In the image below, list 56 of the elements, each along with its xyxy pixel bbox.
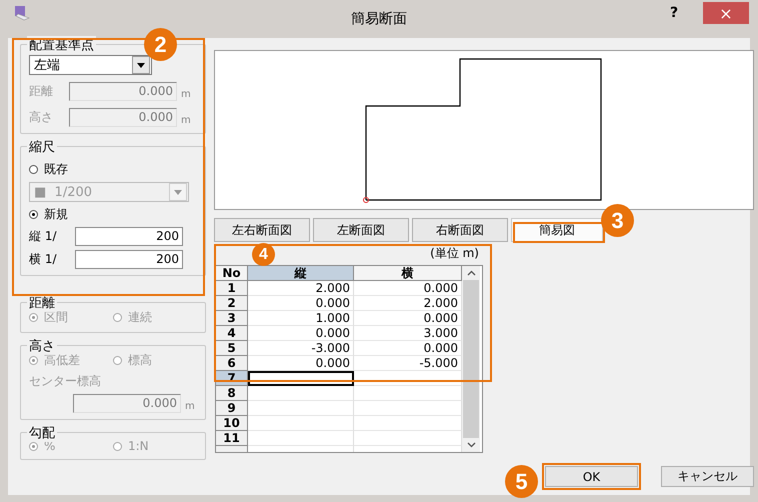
origin-marker <box>363 197 369 203</box>
caret-icon <box>137 62 145 68</box>
group-legend: 縮尺 <box>27 138 57 156</box>
table-cell[interactable]: 0.000 <box>248 296 354 311</box>
window-title: 簡易断面 <box>351 10 407 28</box>
field-label: 横 1/ <box>29 251 58 268</box>
unit-label: m <box>181 115 191 126</box>
ok-button[interactable]: OK <box>545 466 638 487</box>
input-field[interactable]: 200 <box>75 227 183 246</box>
scroll-up-icon <box>466 270 476 276</box>
column-header[interactable]: 縦 <box>248 266 354 281</box>
field-label: 縦 1/ <box>29 228 58 245</box>
row-header[interactable]: 2 <box>216 296 248 311</box>
row-header[interactable]: 4 <box>216 326 248 341</box>
column-header[interactable]: No <box>216 266 248 281</box>
row-header[interactable]: 11 <box>216 431 248 446</box>
unit-label: (単位 m) <box>430 246 479 260</box>
scrollbar[interactable] <box>462 266 480 452</box>
radio-button[interactable] <box>29 165 38 174</box>
radio-label[interactable]: 既存 <box>44 161 68 178</box>
group-legend: 勾配 <box>27 424 57 442</box>
table-cell[interactable]: 1.000 <box>248 311 354 326</box>
view-tab[interactable]: 右断面図 <box>412 218 508 242</box>
unit-label: m <box>185 401 195 412</box>
scroll-down-icon <box>466 442 476 448</box>
view-tab[interactable]: 左右断面図 <box>214 218 310 242</box>
row-header[interactable]: 1 <box>216 281 248 296</box>
app-icon <box>14 5 30 21</box>
caret-icon <box>174 190 182 194</box>
help-button[interactable]: ? <box>659 0 689 27</box>
row-header[interactable]: 9 <box>216 401 248 416</box>
row-header[interactable]: 5 <box>216 341 248 356</box>
group-legend: 高さ <box>27 337 57 355</box>
cancel-button[interactable]: キャンセル <box>661 466 754 487</box>
radio-label[interactable]: 新規 <box>44 206 68 223</box>
row-header[interactable]: 8 <box>216 386 248 401</box>
close-button[interactable]: × <box>703 2 749 24</box>
table-cell[interactable] <box>248 371 354 386</box>
table-cell[interactable]: -3.000 <box>248 341 354 356</box>
scroll-thumb[interactable] <box>463 280 479 438</box>
step-badge: 2 <box>144 28 177 61</box>
view-tab[interactable]: 左断面図 <box>313 218 409 242</box>
row-header[interactable]: 3 <box>216 311 248 326</box>
table-cell[interactable]: 0.000 <box>248 326 354 341</box>
row-header[interactable]: 6 <box>216 356 248 371</box>
field-label: 高さ <box>29 109 54 126</box>
unit-label: m <box>181 89 191 100</box>
row-header[interactable]: 10 <box>216 416 248 431</box>
field-label: 距離 <box>29 83 54 100</box>
radio-button[interactable] <box>29 210 38 219</box>
table-cell[interactable]: 2.000 <box>248 281 354 296</box>
input-field[interactable]: 200 <box>75 250 183 269</box>
dropdown[interactable]: 左端 <box>29 55 152 75</box>
field-label: センター標高 <box>29 373 102 390</box>
table-cell[interactable]: 0.000 <box>248 356 354 371</box>
column-header[interactable]: 横 <box>354 266 462 281</box>
